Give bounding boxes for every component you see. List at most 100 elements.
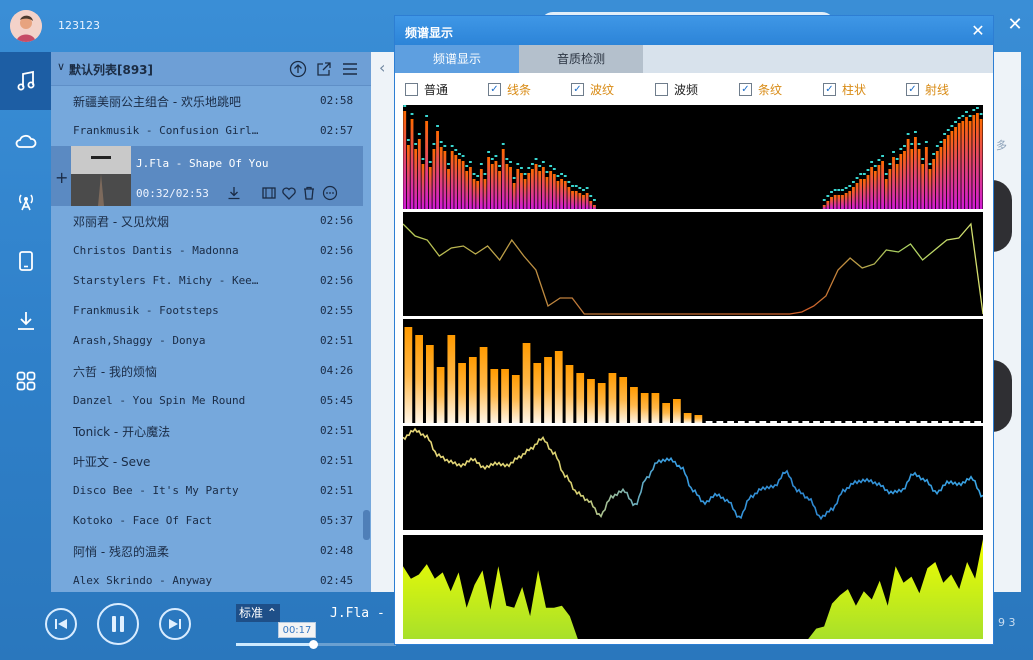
now-playing-row[interactable]: + J.Fla - Shape Of You 00:32/02:53 (51, 146, 363, 206)
stripe-bar (458, 363, 466, 423)
song-row[interactable]: Frankmusik - Footsteps 02:55 (51, 296, 363, 326)
option-7[interactable]: ✓ 射线 (906, 81, 949, 98)
delete-icon[interactable] (301, 185, 317, 201)
spectrum-bar (939, 147, 943, 209)
spectrum-peak (534, 158, 538, 160)
song-row[interactable]: Christos Dantis - Madonna 02:56 (51, 236, 363, 266)
more-icon[interactable] (322, 185, 338, 201)
spectrum-peak (855, 177, 859, 179)
song-row[interactable]: 六哲 - 我的烦恼 04:26 (51, 356, 363, 386)
next-button[interactable] (159, 608, 191, 640)
spectrum-bar (822, 205, 826, 209)
close-icon[interactable]: ✕ (969, 21, 987, 40)
more-link[interactable]: 多 (996, 137, 1007, 153)
nav-device-button[interactable] (0, 232, 51, 290)
song-title: Arash,Shaggy - Donya (73, 334, 206, 347)
checkbox[interactable]: ✓ (823, 83, 836, 96)
option-5[interactable]: ✓ 条纹 (739, 81, 782, 98)
song-row[interactable]: 邓丽君 - 又见炊烟 02:56 (51, 206, 363, 236)
song-row[interactable]: Tonick - 开心魔法 02:51 (51, 416, 363, 446)
song-row[interactable]: 阿悄 - 残忍的温柔 02:48 (51, 536, 363, 566)
tab-spectrum[interactable]: 频谱显示 (395, 45, 519, 73)
option-6[interactable]: ✓ 柱状 (823, 81, 866, 98)
progress-bar[interactable] (236, 640, 396, 649)
checkbox[interactable]: ✓ (488, 83, 501, 96)
song-row[interactable]: 叶亚文 - Seve 02:51 (51, 446, 363, 476)
spectrum-bar (946, 135, 950, 209)
spectrum-peak (552, 168, 556, 170)
music-note-icon (17, 70, 34, 91)
nav-apps-button[interactable] (0, 352, 51, 410)
song-row[interactable]: Frankmusik - Confusion Girl… 02:57 (51, 116, 363, 146)
nav-download-button[interactable] (0, 292, 51, 350)
spectrum-bar (501, 149, 505, 209)
favorite-heart-icon[interactable] (281, 185, 297, 201)
pause-button[interactable] (97, 603, 139, 645)
song-row[interactable]: Disco Bee - It's My Party 02:51 (51, 476, 363, 506)
song-row[interactable]: Kotoko - Face Of Fact 05:37 (51, 506, 363, 536)
menu-icon[interactable] (341, 60, 359, 78)
song-title: Disco Bee - It's My Party (73, 484, 239, 497)
spectrum-peak (976, 107, 979, 109)
spectrum-bar (479, 169, 483, 209)
spectrum-peak (848, 185, 852, 187)
previous-button[interactable] (45, 608, 77, 640)
checkbox[interactable]: ✓ (571, 83, 584, 96)
playlist-title[interactable]: 默认列表[893] (69, 61, 153, 78)
song-title: 阿悄 - 残忍的温柔 (73, 545, 169, 559)
song-row[interactable]: Arash,Shaggy - Donya 02:51 (51, 326, 363, 356)
spectrum-bar (928, 169, 932, 209)
spectrum-bar (855, 183, 859, 209)
spectrum-peak (468, 161, 472, 163)
chevron-up-icon: ⌃ (266, 606, 277, 620)
tab-quality-check[interactable]: 音质检测 (519, 45, 643, 73)
spectrum-peak (487, 151, 491, 153)
song-row[interactable]: Starstylers Ft. Michy - Kee… 02:56 (51, 266, 363, 296)
option-2[interactable]: ✓ 线条 (488, 81, 531, 98)
option-4[interactable]: 波频 (655, 81, 698, 98)
song-row[interactable]: 新疆美丽公主组合 - 欢乐地跳吧 02:58 (51, 86, 363, 116)
add-icon[interactable]: + (55, 168, 68, 187)
option-3[interactable]: ✓ 波纹 (571, 81, 614, 98)
stripe-bar (501, 369, 509, 423)
spectrum-bar (414, 149, 418, 209)
song-title: Christos Dantis - Madonna (73, 244, 239, 257)
song-row[interactable]: Danzel - You Spin Me Round 05:45 (51, 386, 363, 416)
song-duration: 02:51 (320, 454, 354, 467)
user-avatar[interactable] (10, 10, 42, 42)
visualizer-options: 普通 ✓ 线条 ✓ 波纹 波频 ✓ 条纹 ✓ 柱状 ✓ 射线 (395, 78, 993, 100)
option-1[interactable]: 普通 (405, 81, 448, 98)
dialog-titlebar[interactable]: 频谱显示 ✕ (395, 16, 993, 45)
spectrum-bar (833, 195, 837, 209)
nav-radio-button[interactable] (0, 172, 51, 230)
apps-grid-icon (16, 371, 35, 391)
spectrum-bar (950, 131, 954, 209)
song-duration: 05:45 (320, 394, 354, 407)
download-icon[interactable] (226, 185, 242, 201)
spectrum-peak (968, 115, 972, 117)
nav-cloud-button[interactable] (0, 112, 51, 170)
back-chevron-icon[interactable]: ‹ (379, 58, 385, 77)
stripes-panel (403, 319, 983, 423)
window-close-icon[interactable]: ✕ (1006, 14, 1024, 35)
checkbox[interactable] (405, 83, 418, 96)
spectrum-bar (892, 157, 895, 209)
upload-icon[interactable] (289, 60, 307, 78)
spectrum-bar (906, 139, 910, 209)
spectrum-peak (924, 141, 928, 143)
collapse-chevron-icon[interactable]: ∨ (57, 60, 65, 73)
checkbox[interactable] (655, 83, 668, 96)
spectrum-peak (841, 189, 844, 191)
playlist-scrollbar[interactable] (363, 510, 370, 540)
progress-knob[interactable] (308, 640, 318, 649)
share-icon[interactable] (315, 60, 333, 78)
nav-music-button[interactable] (0, 52, 51, 110)
checkbox[interactable]: ✓ (906, 83, 919, 96)
spectrum-peak (851, 181, 855, 183)
spectrum-bar (563, 181, 567, 209)
spectrum-bar (957, 123, 961, 209)
mv-icon[interactable] (261, 185, 277, 201)
quality-selector[interactable]: 标准 ⌃ (236, 604, 280, 622)
checkbox[interactable]: ✓ (739, 83, 752, 96)
song-row[interactable]: Alex Skrindo - Anyway 02:45 (51, 566, 363, 596)
